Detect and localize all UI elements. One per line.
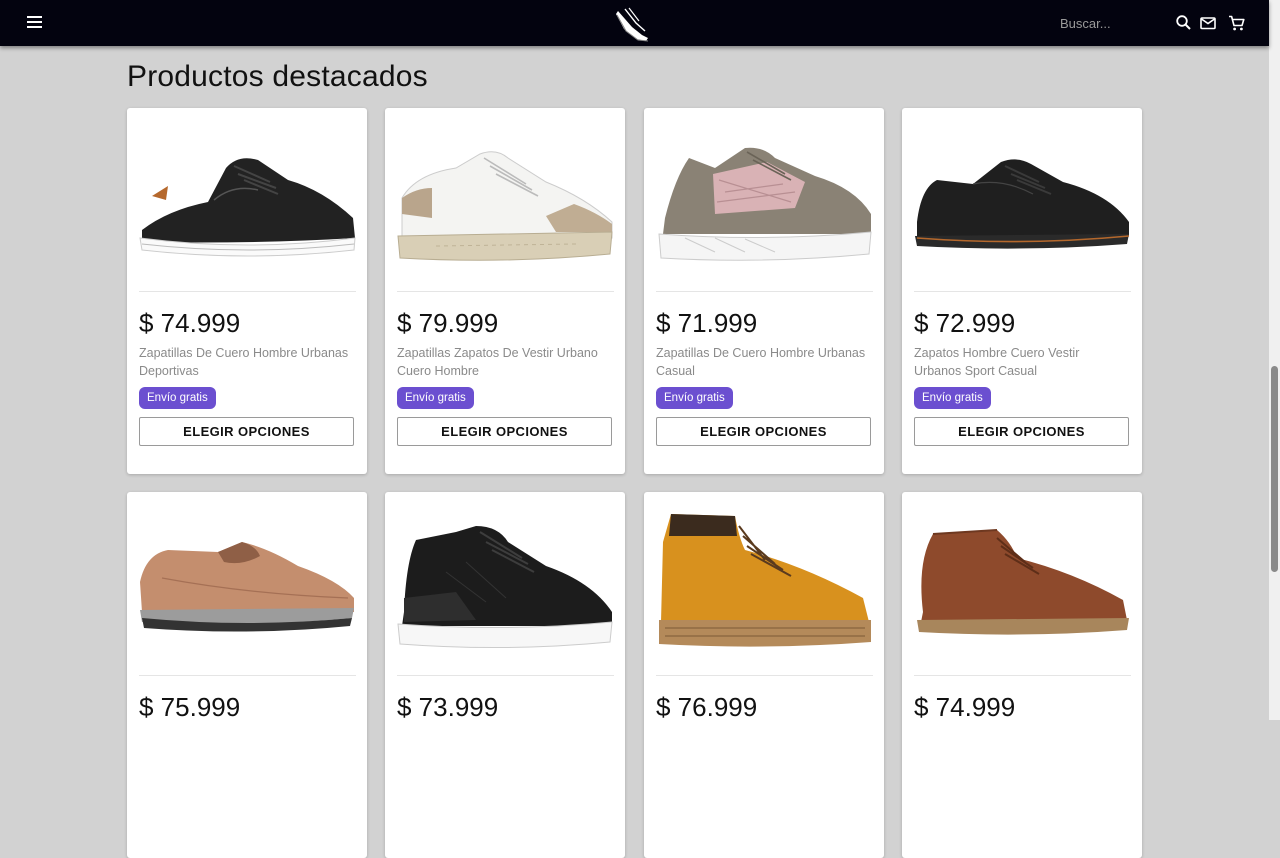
product-price: $ 74.999 xyxy=(914,692,1016,722)
product-card[interactable]: $ 73.999 xyxy=(385,492,625,858)
mail-icon[interactable] xyxy=(1198,13,1218,33)
card-divider xyxy=(914,291,1131,292)
product-card[interactable]: $ 79.999 Zapatillas Zapatos De Vestir Ur… xyxy=(385,108,625,474)
product-price: $ 71.999 xyxy=(656,308,758,338)
card-divider xyxy=(139,291,356,292)
choose-options-button[interactable]: ELEGIR OPCIONES xyxy=(139,417,354,446)
product-image-brown-chukka-boot[interactable] xyxy=(913,502,1131,672)
product-card[interactable]: $ 74.999 xyxy=(902,492,1142,858)
choose-options-button[interactable]: ELEGIR OPCIONES xyxy=(656,417,871,446)
scrollbar-thumb[interactable] xyxy=(1271,366,1278,572)
product-price: $ 75.999 xyxy=(139,692,241,722)
product-title[interactable]: Zapatillas De Cuero Hombre Urbanas Casua… xyxy=(656,344,870,380)
product-image-yellow-work-boot[interactable] xyxy=(655,502,873,672)
product-price: $ 72.999 xyxy=(914,308,1016,338)
free-shipping-badge: Envío gratis xyxy=(397,387,474,409)
product-image-pink-grey-sneaker[interactable] xyxy=(655,118,873,288)
product-card[interactable]: $ 71.999 Zapatillas De Cuero Hombre Urba… xyxy=(644,108,884,474)
card-divider xyxy=(139,675,356,676)
card-divider xyxy=(397,291,614,292)
product-image-white-beige-sneaker[interactable] xyxy=(396,118,614,288)
product-title[interactable]: Zapatos Hombre Cuero Vestir Urbanos Spor… xyxy=(914,344,1128,380)
product-price: $ 76.999 xyxy=(656,692,758,722)
menu-icon[interactable] xyxy=(26,15,44,29)
product-image-black-leather-sneaker[interactable] xyxy=(138,118,356,288)
search-input[interactable] xyxy=(1052,10,1170,36)
search-icon[interactable] xyxy=(1174,13,1194,33)
product-card[interactable]: $ 74.999 Zapatillas De Cuero Hombre Urba… xyxy=(127,108,367,474)
sneaker-logo-icon[interactable] xyxy=(612,5,652,43)
section-title: Productos destacados xyxy=(127,60,428,93)
product-card[interactable]: $ 76.999 xyxy=(644,492,884,858)
card-divider xyxy=(914,675,1131,676)
product-price: $ 73.999 xyxy=(397,692,499,722)
cart-icon[interactable] xyxy=(1227,13,1247,33)
product-image-black-high-top-sneaker[interactable] xyxy=(396,502,614,672)
free-shipping-badge: Envío gratis xyxy=(139,387,216,409)
card-divider xyxy=(397,675,614,676)
product-image-tan-slip-on-loafer[interactable] xyxy=(138,502,356,672)
card-divider xyxy=(656,675,873,676)
choose-options-button[interactable]: ELEGIR OPCIONES xyxy=(914,417,1129,446)
free-shipping-badge: Envío gratis xyxy=(656,387,733,409)
choose-options-button[interactable]: ELEGIR OPCIONES xyxy=(397,417,612,446)
product-title[interactable]: Zapatillas Zapatos De Vestir Urbano Cuer… xyxy=(397,344,611,380)
top-app-bar xyxy=(0,0,1269,46)
free-shipping-badge: Envío gratis xyxy=(914,387,991,409)
product-image-black-dress-shoe[interactable] xyxy=(913,118,1131,288)
card-divider xyxy=(656,291,873,292)
product-card[interactable]: $ 72.999 Zapatos Hombre Cuero Vestir Urb… xyxy=(902,108,1142,474)
product-card[interactable]: $ 75.999 xyxy=(127,492,367,858)
product-price: $ 74.999 xyxy=(139,308,241,338)
page-scrollbar[interactable] xyxy=(1269,0,1280,720)
product-title[interactable]: Zapatillas De Cuero Hombre Urbanas Depor… xyxy=(139,344,353,380)
product-price: $ 79.999 xyxy=(397,308,499,338)
